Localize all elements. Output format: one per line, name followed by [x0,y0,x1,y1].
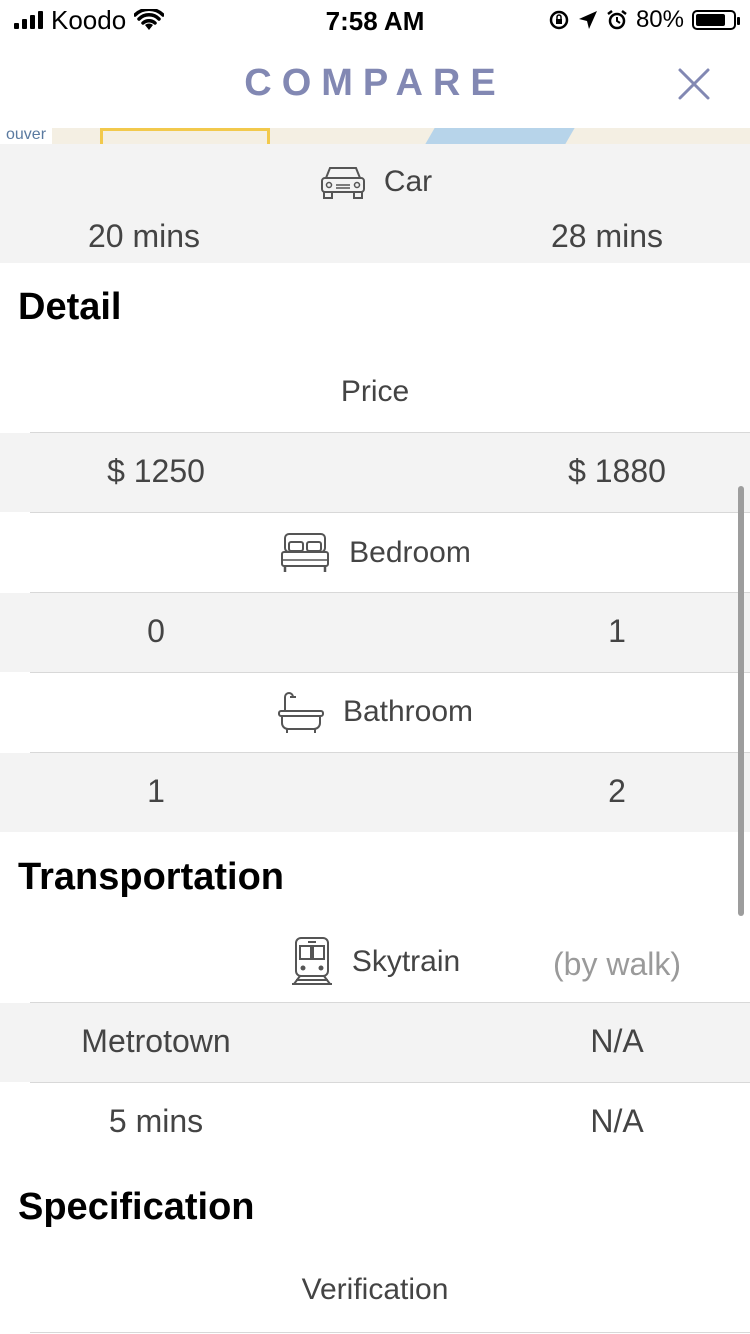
transportation-section-title: Transportation [18,856,285,898]
bedroom-right: 1 [608,613,626,649]
header: COMPARE [0,40,750,128]
detail-section-title: Detail [18,286,122,328]
location-arrow-icon [578,11,597,29]
price-right: $ 1880 [568,453,666,489]
bedroom-left: 0 [147,613,165,649]
bathroom-label-row: Bathroom [0,673,750,752]
skytrain-label-row: Skytrain (by walk) [0,922,750,1002]
skytrain-note: (by walk) [552,946,681,982]
car-label: Car [383,165,433,198]
divider [30,1332,750,1333]
car-icon [320,167,365,199]
verification-label: Verification [301,1273,449,1306]
walk-time-right: N/A [590,1103,644,1139]
price-label-row: Price [0,352,750,432]
scrollbar[interactable] [738,486,744,916]
car-time-right: 28 mins [550,218,664,254]
rotation-lock-icon [549,10,569,30]
bedroom-label-group: Bedroom [0,531,750,575]
bed-icon [281,533,330,572]
train-icon [291,937,332,985]
battery-percent: 80% [635,6,684,33]
station-left: Metrotown [81,1023,231,1059]
price-value-row: $ 1250 $ 1880 [0,433,750,512]
bedroom-label-row: Bedroom [0,513,750,592]
car-time-left: 20 mins [87,218,201,254]
bedroom-value-row: 0 1 [0,593,750,672]
map-road [100,128,270,144]
bathtub-icon [277,692,324,733]
map-water [425,128,575,144]
car-label-row: Car [0,162,750,202]
alarm-icon [607,10,627,30]
close-icon[interactable] [676,66,712,102]
walk-time-left: 5 mins [108,1103,204,1139]
skytrain-label: Skytrain [351,945,461,978]
map-label: ouver [0,128,53,144]
specification-section-title: Specification [18,1186,255,1228]
page-title: COMPARE [244,62,506,104]
walk-time-row: 5 mins N/A [0,1083,750,1162]
bedroom-label: Bedroom [349,536,471,569]
bathroom-label: Bathroom [342,695,474,728]
bathroom-label-group: Bathroom [0,689,750,735]
bathroom-value-row: 1 2 [0,753,750,832]
car-row: Car 20 mins 28 mins [0,144,750,263]
bathroom-right: 2 [608,773,626,809]
price-label: Price [340,375,410,408]
station-row: Metrotown N/A [0,1003,750,1082]
battery-icon [692,10,740,30]
verification-label-row: Verification [0,1252,750,1332]
map-preview[interactable]: ouver [0,128,750,144]
price-left: $ 1250 [107,453,205,489]
bathroom-left: 1 [147,773,165,809]
status-bar: Koodo 7:58 AM 80% [0,0,750,40]
status-right: 80% [548,6,740,34]
station-right: N/A [590,1023,644,1059]
